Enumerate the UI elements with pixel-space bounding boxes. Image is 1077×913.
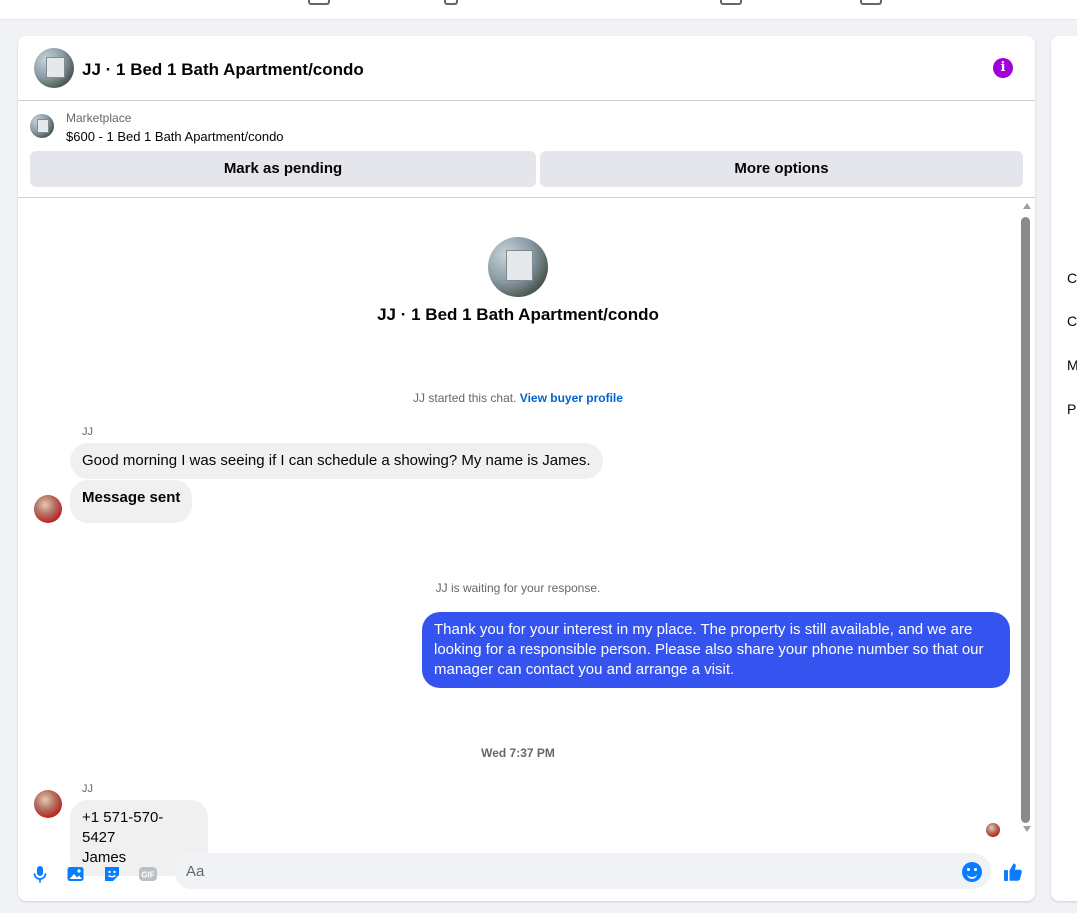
message-input[interactable] bbox=[174, 853, 991, 889]
scroll-down-arrow-icon[interactable] bbox=[1023, 826, 1031, 832]
top-navigation-bar bbox=[0, 0, 1077, 20]
profile-avatar[interactable] bbox=[488, 237, 548, 297]
more-options-button[interactable]: More options bbox=[540, 151, 1023, 187]
listing-label: Marketplace bbox=[66, 111, 132, 125]
scrollbar-thumb[interactable] bbox=[1021, 217, 1030, 823]
sender-avatar[interactable] bbox=[34, 495, 62, 523]
message-composer: GIF bbox=[18, 840, 1035, 901]
sender-name: JJ bbox=[82, 783, 93, 795]
nav-home-icon[interactable] bbox=[308, 0, 330, 5]
incoming-message[interactable]: Good morning I was seeing if I can sched… bbox=[70, 443, 603, 479]
chat-window: JJ · 1 Bed 1 Bath Apartment/condo i Mark… bbox=[18, 36, 1035, 901]
details-item[interactable]: M bbox=[1067, 357, 1077, 373]
conversation-details-panel: C C M P bbox=[1051, 36, 1077, 901]
emoji-icon[interactable] bbox=[962, 862, 982, 882]
sender-avatar[interactable] bbox=[34, 790, 62, 818]
details-item[interactable]: C bbox=[1067, 313, 1077, 329]
thumbs-up-icon[interactable] bbox=[1002, 861, 1024, 883]
nav-marketplace-icon[interactable] bbox=[720, 0, 742, 5]
chat-started-text: JJ started this chat. bbox=[413, 391, 517, 405]
mark-as-pending-button[interactable]: Mark as pending bbox=[30, 151, 536, 187]
chat-header: JJ · 1 Bed 1 Bath Apartment/condo i bbox=[18, 36, 1035, 101]
incoming-message[interactable]: Message sent bbox=[70, 480, 193, 523]
listing-avatar[interactable] bbox=[34, 48, 74, 88]
info-icon[interactable]: i bbox=[993, 58, 1013, 78]
listing-thumbnail[interactable] bbox=[30, 114, 54, 138]
message-scrollbar[interactable] bbox=[1020, 199, 1033, 840]
sender-name: JJ bbox=[82, 426, 93, 438]
listing-bar: Marketplace $600 - 1 Bed 1 Bath Apartmen… bbox=[18, 102, 1035, 198]
details-item[interactable]: P bbox=[1067, 401, 1076, 417]
view-buyer-profile-link[interactable]: View buyer profile bbox=[520, 391, 623, 405]
seen-receipt-avatar bbox=[986, 823, 1000, 837]
listing-price-title[interactable]: $600 - 1 Bed 1 Bath Apartment/condo bbox=[66, 129, 284, 144]
profile-name: JJ · 1 Bed 1 Bath Apartment/condo bbox=[377, 305, 659, 324]
photo-icon[interactable] bbox=[66, 864, 86, 884]
details-item[interactable]: C bbox=[1067, 270, 1077, 286]
waiting-notice: JJ is waiting for your response. bbox=[435, 581, 601, 595]
gif-icon[interactable]: GIF bbox=[138, 864, 158, 884]
nav-video-icon[interactable] bbox=[444, 0, 458, 5]
scroll-up-arrow-icon[interactable] bbox=[1023, 203, 1031, 209]
sticker-icon[interactable] bbox=[102, 864, 122, 884]
chat-started-notice: JJ started this chat. View buyer profile bbox=[18, 391, 1018, 405]
svg-text:GIF: GIF bbox=[141, 871, 154, 880]
outgoing-message[interactable]: Thank you for your interest in my place.… bbox=[422, 612, 1010, 688]
message-list[interactable]: JJ · 1 Bed 1 Bath Apartment/condo JJ sta… bbox=[18, 199, 1022, 876]
microphone-icon[interactable] bbox=[30, 864, 50, 884]
nav-groups-icon[interactable] bbox=[860, 0, 882, 5]
timestamp: Wed 7:37 PM bbox=[481, 746, 555, 760]
chat-title[interactable]: JJ · 1 Bed 1 Bath Apartment/condo bbox=[82, 60, 364, 80]
